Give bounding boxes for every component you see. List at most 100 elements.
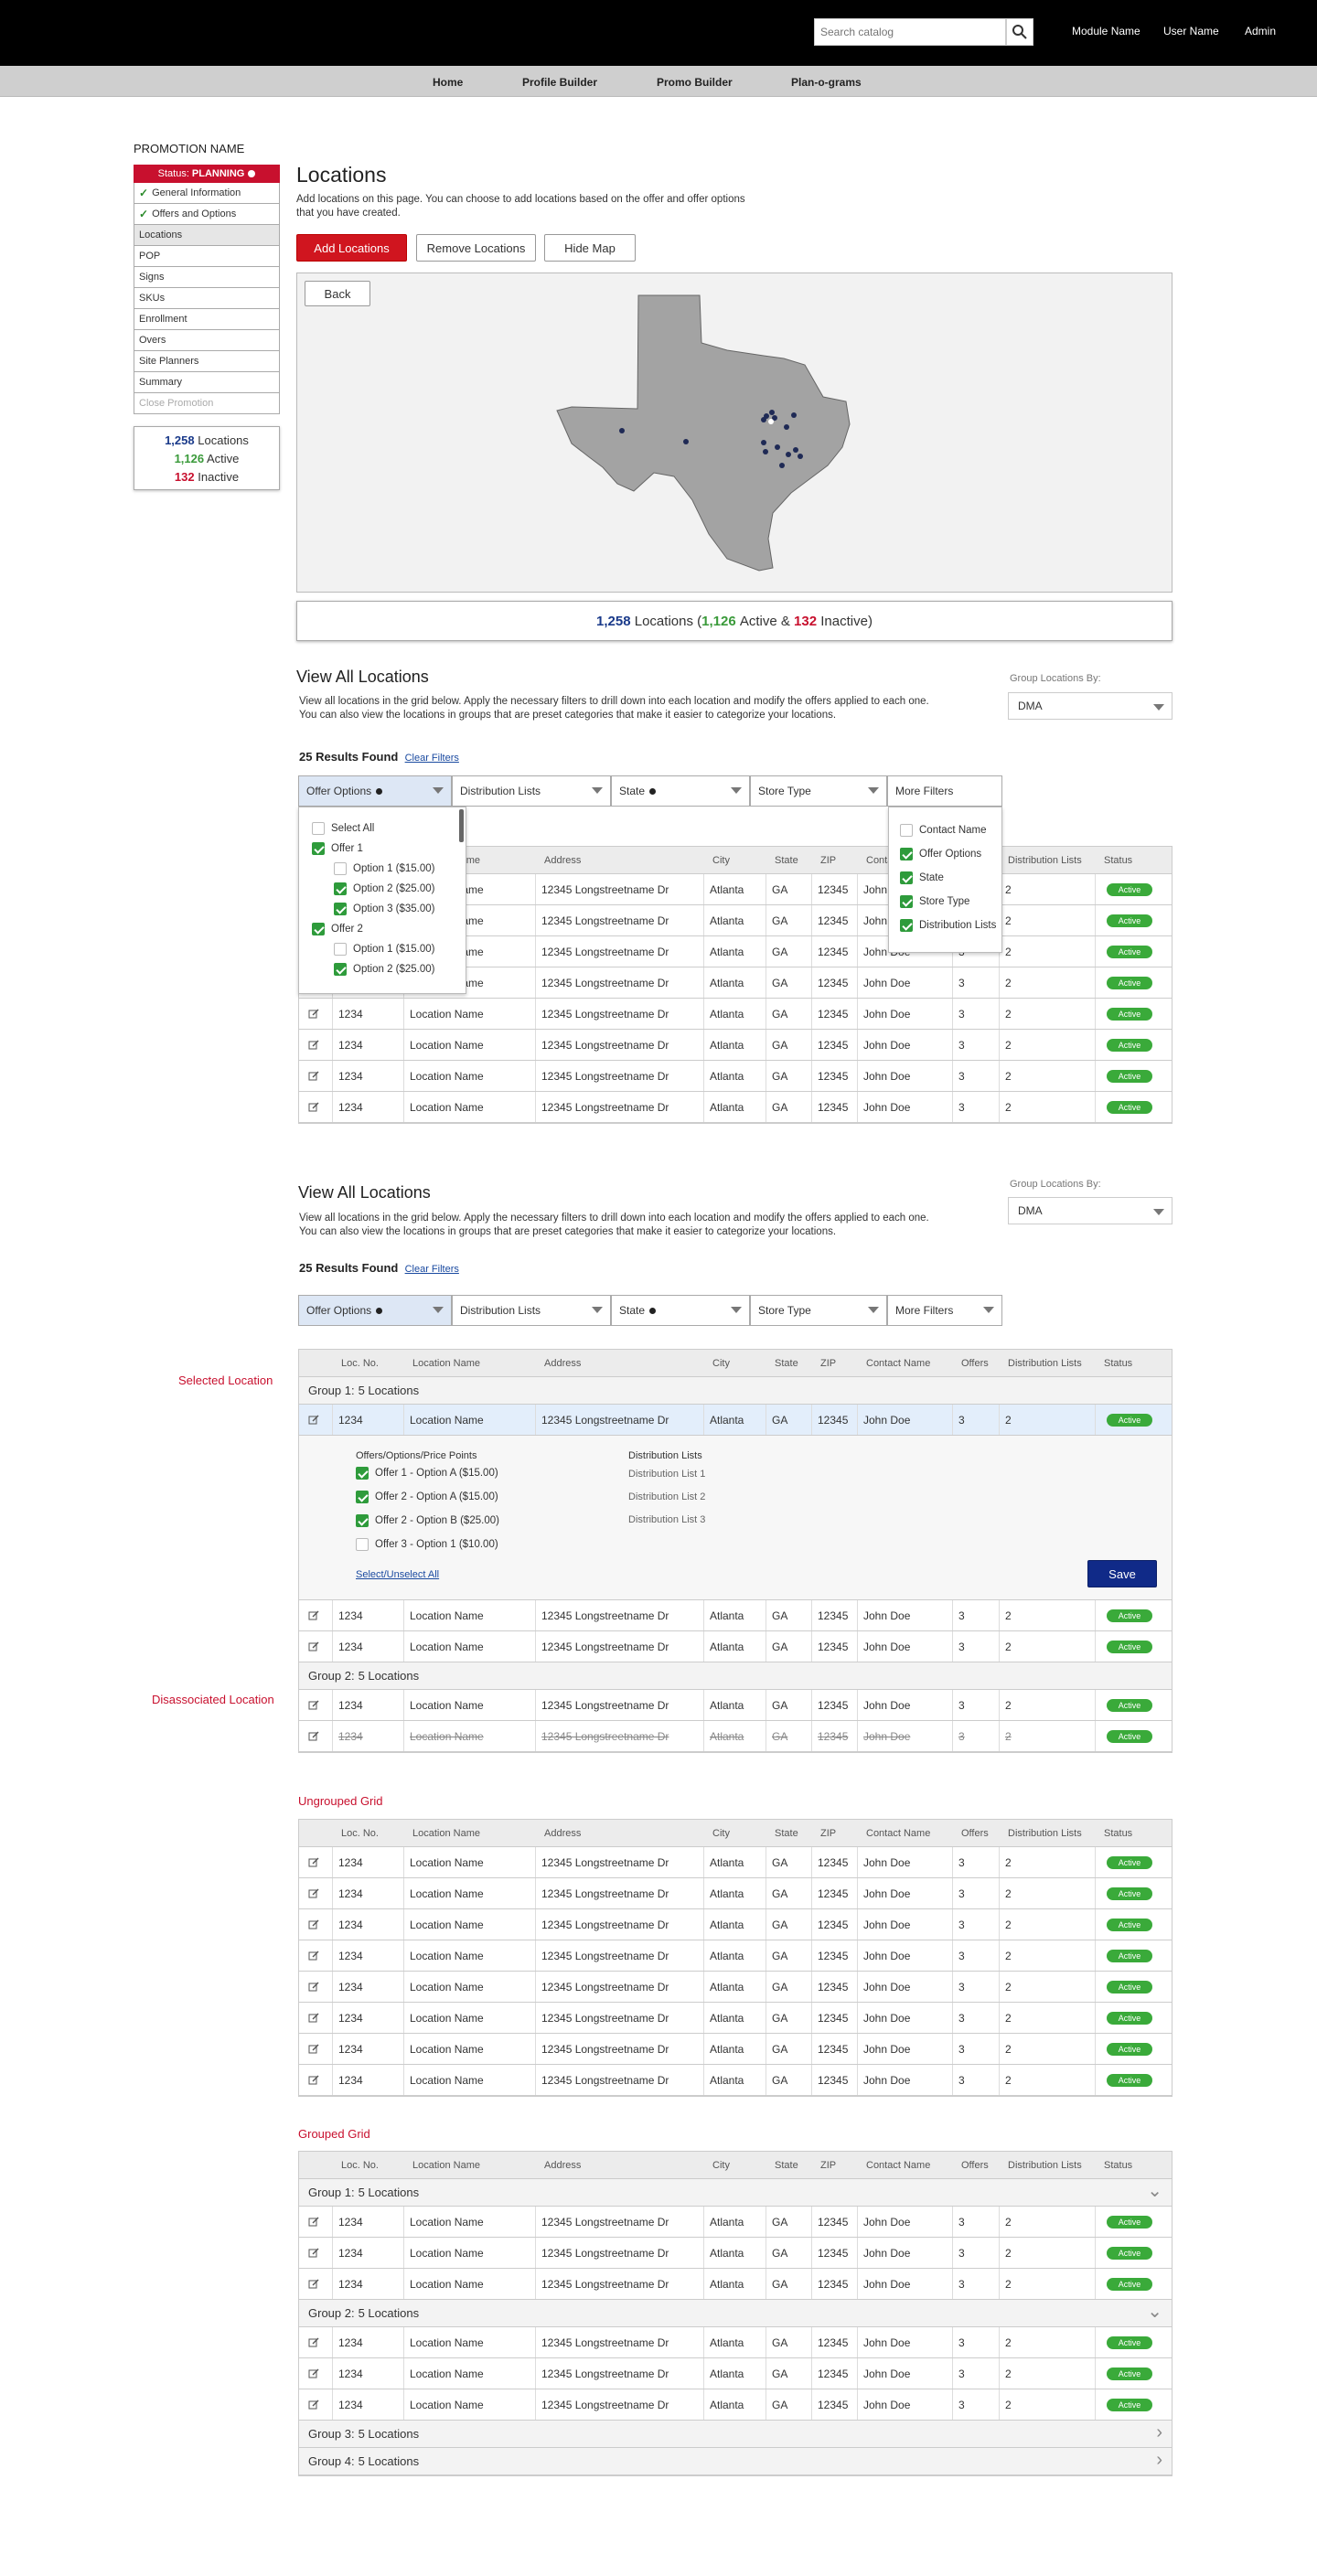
group-by-select[interactable]: DMA [1008,692,1172,720]
edit-icon[interactable] [299,1721,319,1751]
edit-icon[interactable] [299,1972,319,2002]
checkbox[interactable] [356,1467,369,1480]
group-header[interactable]: Group 2: 5 Locations [299,1662,1172,1690]
sidebar-item-0[interactable]: ✓ General Information [134,183,280,204]
map-pin[interactable] [779,463,785,468]
sidebar-item-9[interactable]: Summary [134,372,280,393]
table-row[interactable]: 1234Location Name12345 Longstreetname Dr… [299,2358,1172,2389]
column-header[interactable]: Address [539,847,581,873]
edit-icon[interactable] [299,1847,319,1877]
filter-offer-options[interactable]: Offer Options [298,1295,452,1326]
sidebar-item-6[interactable]: Enrollment [134,309,280,330]
edit-icon[interactable] [299,2238,319,2268]
filter-state[interactable]: State [611,775,750,807]
edit-icon[interactable] [299,1940,319,1971]
sidebar-item-4[interactable]: Signs [134,267,280,288]
column-header[interactable]: ZIP [815,1820,836,1846]
edit-icon[interactable] [299,2327,319,2357]
table-row[interactable]: 1234Location Name12345 Longstreetname Dr… [299,2269,1172,2300]
clear-filters-link[interactable]: Clear Filters [405,753,459,764]
map-pin[interactable] [769,410,775,415]
column-header[interactable]: Distribution Lists [1002,1820,1082,1846]
column-header[interactable]: Loc. No. [336,1350,379,1376]
map-pin[interactable] [793,447,798,453]
column-header[interactable]: City [707,1350,730,1376]
edit-icon[interactable] [299,2207,319,2237]
table-row[interactable]: 1234Location Name12345 Longstreetname Dr… [299,2003,1172,2034]
column-header[interactable]: Location Name [407,1350,480,1376]
map-pin[interactable] [764,413,769,419]
table-row[interactable]: 1234Location Name12345 Longstreetname Dr… [299,1092,1172,1123]
filter-store-type[interactable]: Store Type [750,1295,887,1326]
more-filter-option[interactable]: Offer Options [900,848,981,860]
table-row[interactable]: 1234Location Name12345 Longstreetname Dr… [299,2327,1172,2358]
chevron-down-icon[interactable]: ⌄ [1147,2179,1162,2202]
table-row[interactable]: 1234Location Name12345 Longstreetname Dr… [299,1600,1172,1631]
column-header[interactable]: City [707,2152,730,2178]
group-header[interactable]: Group 2: 5 Locations ⌄ [299,2300,1172,2327]
offer-option[interactable]: Offer 1 [312,842,363,855]
filter-more-filters[interactable]: More Filters [887,1295,1002,1326]
checkbox[interactable] [900,871,913,884]
map-pin[interactable] [619,428,625,433]
nav-home[interactable]: Home [433,76,463,89]
select-unselect-all-link[interactable]: Select/Unselect All [356,1569,439,1580]
checkbox[interactable] [334,882,347,895]
column-header[interactable]: Location Name [407,2152,480,2178]
table-row[interactable]: 1234Location Name12345 Longstreetname Dr… [299,1972,1172,2003]
filter-distribution-lists[interactable]: Distribution Lists [452,1295,611,1326]
offer-option[interactable]: Option 1 ($15.00) [334,943,435,956]
offer-option[interactable]: Select All [312,822,374,835]
edit-icon[interactable] [299,2065,319,2095]
table-row[interactable]: 1234Location Name12345 Longstreetname Dr… [299,1405,1172,1436]
texas-map[interactable] [297,273,1173,593]
module-name-link[interactable]: Module Name [1072,25,1140,37]
filter-state[interactable]: State [611,1295,750,1326]
column-header[interactable]: State [769,847,798,873]
table-row[interactable]: 1234Location Name12345 Longstreetname Dr… [299,2065,1172,2096]
nav-profile-builder[interactable]: Profile Builder [522,76,597,89]
map-pin[interactable] [761,440,766,445]
column-header[interactable]: Contact Name [861,1820,930,1846]
group-header[interactable]: Group 3: 5 Locations › [299,2421,1172,2448]
offer-option[interactable]: Option 1 ($15.00) [334,862,435,875]
checkbox[interactable] [356,1538,369,1551]
offer-option[interactable]: Option 2 ($25.00) [334,882,435,895]
map-pin[interactable] [763,449,768,454]
edit-icon[interactable] [299,2034,319,2064]
column-header[interactable]: Offers [956,1820,989,1846]
table-row[interactable]: 1234Location Name12345 Longstreetname Dr… [299,1721,1172,1752]
more-filters-dropdown[interactable]: Contact Name Offer Options State Store Type… [888,807,1002,953]
column-header[interactable]: ZIP [815,847,836,873]
column-header[interactable]: State [769,2152,798,2178]
nav-plan-o-grams[interactable]: Plan-o-grams [791,76,862,89]
column-header[interactable]: Distribution Lists [1002,2152,1082,2178]
offer-option[interactable]: Offer 2 [312,923,363,935]
edit-icon[interactable] [299,2003,319,2033]
map-panel[interactable]: Back [296,273,1172,593]
offer-option[interactable]: Option 3 ($35.00) [334,903,435,915]
more-filter-option[interactable]: Distribution Lists [900,919,996,932]
column-header[interactable]: ZIP [815,2152,836,2178]
save-button[interactable]: Save [1087,1560,1157,1587]
group-by-select-2[interactable]: DMA [1008,1197,1172,1224]
clear-filters-link-2[interactable]: Clear Filters [405,1264,459,1275]
column-header[interactable]: City [707,847,730,873]
user-name-link[interactable]: User Name [1163,25,1219,37]
sidebar-item-3[interactable]: POP [134,246,280,267]
map-pin[interactable] [798,454,803,459]
group-header[interactable]: Group 4: 5 Locations › [299,2448,1172,2475]
checkbox[interactable] [334,862,347,875]
column-header[interactable]: City [707,1820,730,1846]
edit-icon[interactable] [299,1030,319,1060]
sidebar-item-5[interactable]: SKUs [134,288,280,309]
table-row[interactable]: 1234Location Name12345 Longstreetname Dr… [299,1940,1172,1972]
checkbox[interactable] [334,943,347,956]
map-pin[interactable] [775,444,780,450]
map-pin[interactable] [768,419,774,424]
column-header[interactable]: State [769,1350,798,1376]
column-header[interactable]: Loc. No. [336,2152,379,2178]
table-row[interactable]: 1234Location Name12345 Longstreetname Dr… [299,1030,1172,1061]
checkbox[interactable] [900,895,913,908]
sidebar-item-1[interactable]: ✓ Offers and Options [134,204,280,225]
